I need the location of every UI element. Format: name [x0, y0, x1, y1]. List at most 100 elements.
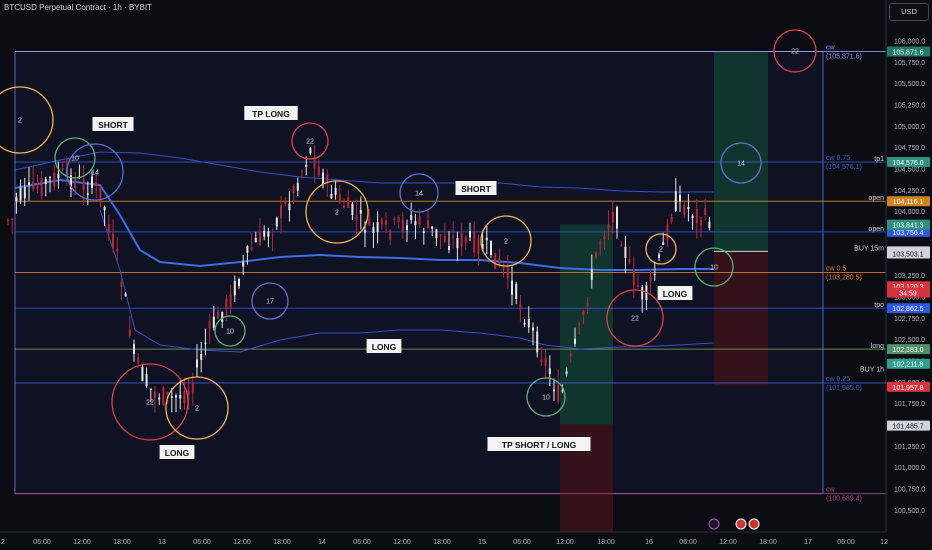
candle-body — [422, 231, 425, 234]
candle-body — [91, 176, 93, 189]
time-tick-label: 06:00 — [679, 539, 697, 546]
candle-body — [112, 233, 114, 249]
price-tick-label: 105,000.0 — [894, 124, 925, 131]
candle-body — [569, 354, 572, 356]
level-label: cw — [826, 487, 836, 494]
candle-body — [229, 294, 232, 308]
level-label: cw 0.75 — [826, 155, 850, 162]
price-tag-text: 104,576.0 — [892, 160, 923, 167]
candle-body — [418, 216, 421, 225]
candle-body — [700, 220, 702, 226]
candle-body — [708, 221, 711, 228]
level-label: cw 0.5 — [826, 266, 846, 273]
candle-body — [351, 203, 354, 216]
candle-body — [191, 382, 194, 393]
candle — [162, 386, 165, 407]
candle-body — [124, 293, 127, 297]
candle-body — [490, 240, 492, 255]
candle-body — [103, 207, 106, 211]
candle-body — [133, 344, 135, 354]
candle-body — [527, 319, 530, 328]
candle-body — [11, 218, 14, 221]
candle-body — [208, 321, 211, 329]
candle-body — [53, 172, 56, 187]
level-right-label: tpo — [874, 302, 884, 309]
time-tick-label: 18:00 — [433, 539, 451, 546]
candle-body — [439, 234, 442, 237]
candle-body — [548, 368, 551, 375]
price-tick-label: 100,500.0 — [894, 508, 925, 515]
candle-body — [149, 388, 152, 390]
price-tick-label: 104,000.0 — [894, 209, 925, 216]
price-tick-label: 102,750.0 — [894, 316, 925, 323]
cycle-circle-label: 17 — [266, 299, 274, 306]
candle-body — [603, 235, 606, 240]
time-tick-label: 17 — [804, 539, 812, 546]
candle-body — [347, 197, 350, 208]
cycle-circle-label: 14 — [91, 170, 99, 177]
level-right-label: tp1 — [874, 156, 884, 163]
candle-body — [179, 394, 182, 399]
candle-body — [280, 205, 282, 219]
level-right-label: open — [868, 195, 884, 202]
currency-selector[interactable]: USD — [889, 3, 929, 21]
cycle-circle-label: 14 — [415, 191, 423, 198]
candle-body — [519, 304, 522, 310]
candle-body — [473, 231, 476, 253]
price-tick-label: 102,500.0 — [894, 337, 925, 344]
level-right-label: long — [871, 343, 884, 350]
candle-body — [338, 194, 341, 201]
cycle-circle-label: 2 — [195, 406, 199, 413]
candle-body — [687, 207, 690, 210]
candle-body — [271, 234, 274, 236]
candle-body — [637, 285, 639, 287]
candle-body — [254, 238, 257, 243]
cycle-circle-label: 2 — [335, 210, 339, 217]
candle-body — [120, 281, 123, 287]
buy-position-loss — [714, 251, 768, 386]
candle-body — [691, 215, 694, 218]
candle-body — [238, 279, 240, 287]
candle-body — [376, 222, 379, 233]
candle-body — [653, 274, 656, 276]
candle-body — [544, 358, 547, 367]
candle-body — [217, 311, 219, 319]
candle-body — [385, 220, 387, 225]
cycle-circle-label: 10 — [542, 395, 550, 402]
level-value: (105,871.6) — [826, 53, 862, 60]
time-tick-label: 06:00 — [193, 539, 211, 546]
candle-body — [658, 254, 660, 259]
time-tick-label: 18:00 — [113, 539, 131, 546]
price-tag-text: 103,841.3 — [892, 223, 923, 230]
price-chart[interactable]: cw (105,871.6) cw 0.75 (104,576.1) tp1 open op… — [0, 0, 932, 550]
candle-body — [624, 246, 627, 258]
candle-body — [506, 266, 509, 279]
time-tick-label: 2 — [1, 539, 5, 546]
candle-body — [355, 215, 358, 221]
candle-body — [557, 385, 560, 402]
candle-body — [578, 323, 581, 326]
order-label: BUY 1h — [860, 367, 884, 374]
candle-body — [607, 224, 610, 229]
candle-body — [82, 178, 85, 190]
candle-body — [464, 236, 467, 243]
candle-body — [540, 359, 543, 363]
candle-body — [233, 280, 236, 296]
candle-body — [536, 331, 539, 353]
buy-position-profit — [714, 51, 768, 252]
price-tick-label: 105,250.0 — [894, 102, 925, 109]
candle-body — [414, 221, 417, 226]
candle-body — [145, 374, 148, 386]
cycle-circle-label: 22 — [631, 316, 639, 323]
candle-body — [95, 182, 98, 187]
candle-body — [649, 276, 652, 281]
candle-body — [372, 227, 375, 233]
candle-body — [225, 298, 228, 309]
level-label: cw 0.25 — [826, 376, 850, 383]
time-tick-label: 15 — [478, 539, 486, 546]
candle-body — [523, 322, 526, 325]
cycle-circle-label: 22 — [306, 139, 314, 146]
candle-body — [40, 177, 43, 196]
candle-body — [695, 208, 698, 224]
time-tick-label: 13 — [158, 539, 166, 546]
